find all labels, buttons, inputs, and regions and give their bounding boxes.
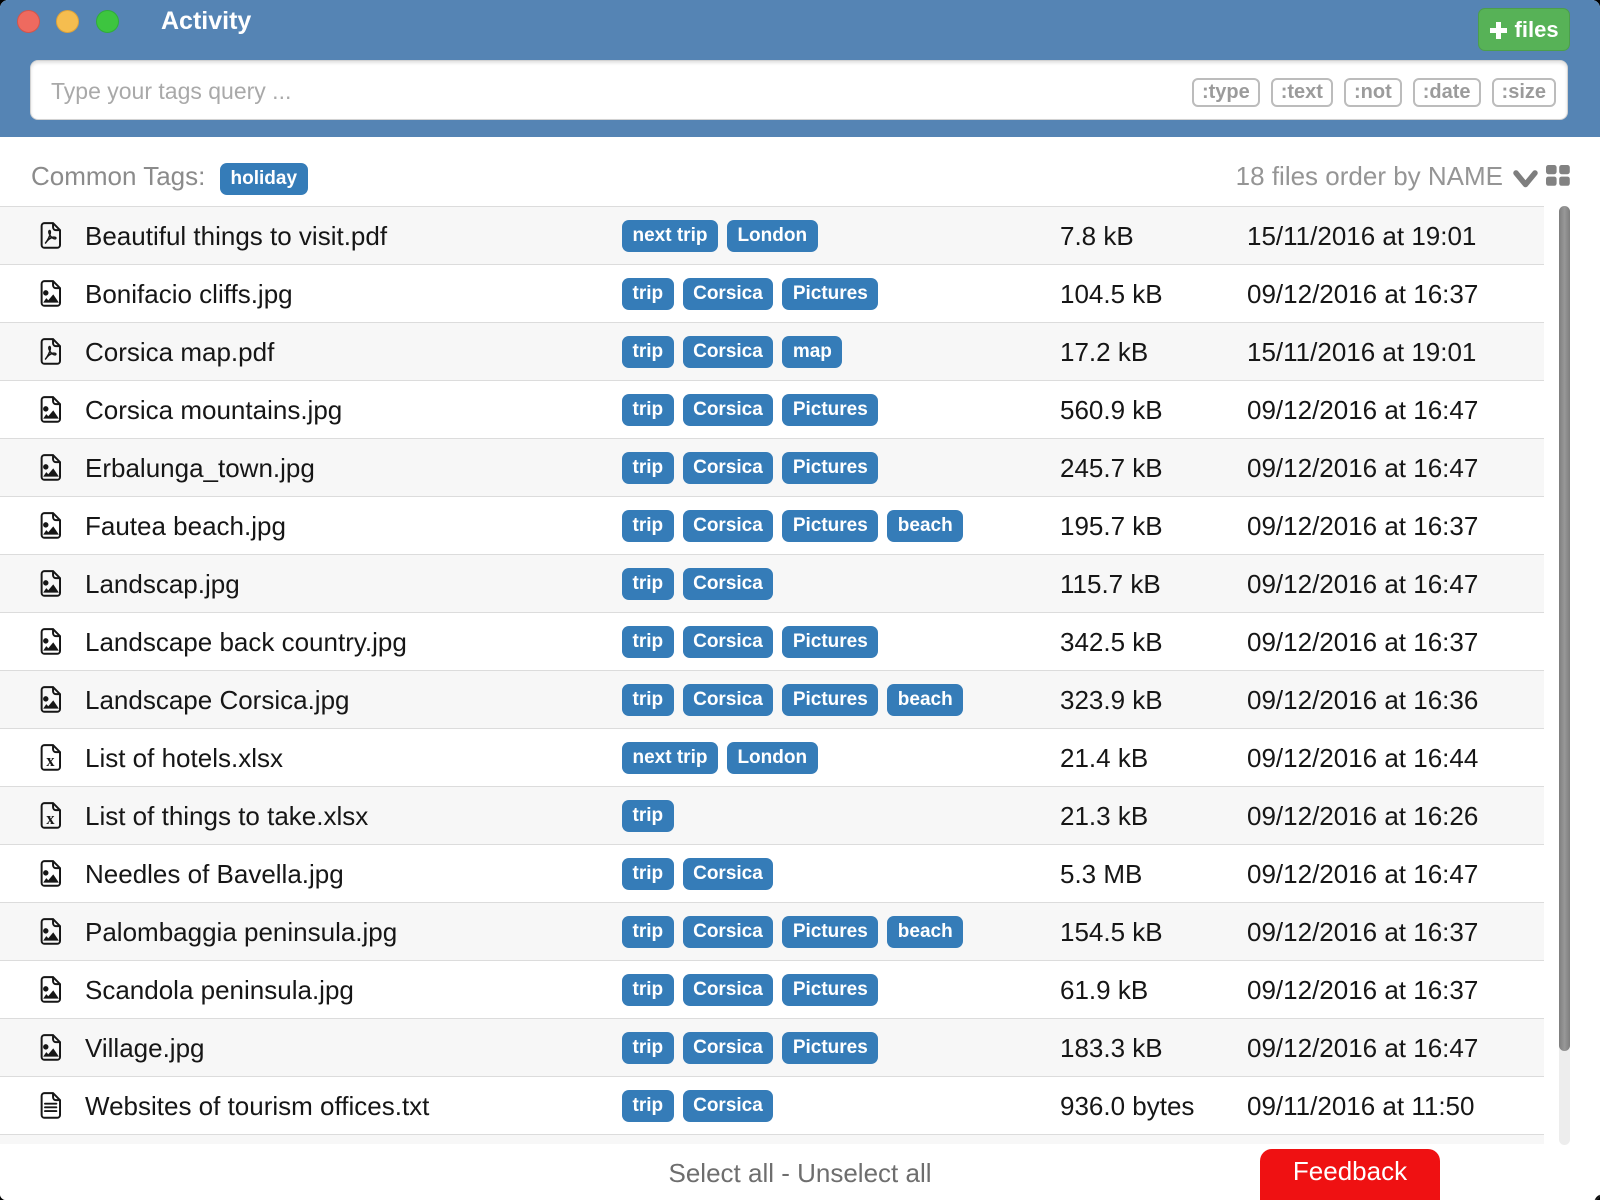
svg-text:x: x — [46, 751, 55, 770]
svg-text:x: x — [46, 809, 55, 828]
